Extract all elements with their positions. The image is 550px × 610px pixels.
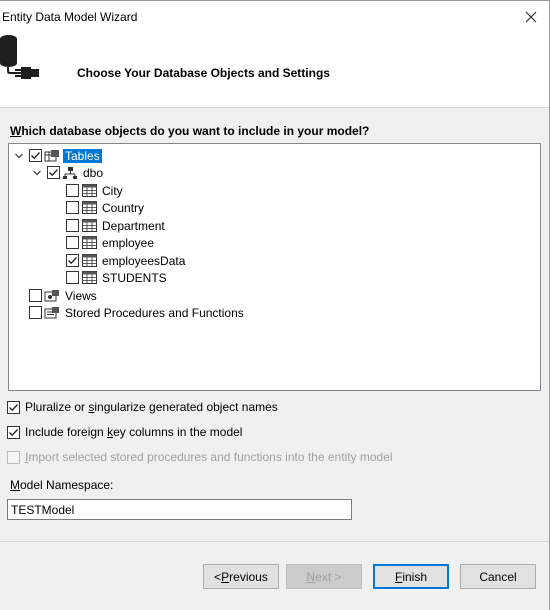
footer-divider: [0, 541, 549, 542]
tree-node-table[interactable]: City: [66, 182, 125, 199]
table-checkbox[interactable]: [66, 184, 79, 197]
tree-node-table[interactable]: employee: [66, 234, 156, 251]
table-icon: [81, 236, 97, 250]
dbo-checkbox[interactable]: [47, 166, 60, 179]
table-checkbox[interactable]: [66, 201, 79, 214]
window-title: Entity Data Model Wizard: [2, 10, 138, 24]
table-label: City: [102, 183, 123, 198]
tree-node-views[interactable]: Views: [29, 287, 99, 304]
foreign-keys-checkbox[interactable]: [7, 425, 20, 439]
tree-node-table[interactable]: employeesData: [66, 252, 187, 269]
tables-checkbox[interactable]: [29, 149, 42, 162]
cancel-button[interactable]: Cancel: [460, 564, 536, 589]
dbo-label: dbo: [83, 165, 104, 180]
tree-node-dbo[interactable]: dbo: [31, 164, 105, 181]
model-namespace-label: Model Namespace:: [10, 478, 114, 492]
title-bar: Entity Data Model Wizard: [0, 1, 549, 35]
tree-node-table[interactable]: Country: [66, 199, 146, 216]
chevron-down-icon[interactable]: [13, 150, 25, 162]
import-procedures-checkbox: [7, 450, 20, 464]
table-checkbox[interactable]: [66, 219, 79, 232]
table-icon: [81, 254, 97, 268]
next-button: Next >: [286, 564, 362, 589]
table-checkbox[interactable]: [66, 271, 79, 284]
page-title: Choose Your Database Objects and Setting…: [77, 66, 330, 80]
objects-question-label: Which database objects do you want to in…: [10, 124, 370, 138]
table-icon: [81, 271, 97, 285]
chevron-down-icon[interactable]: [31, 167, 43, 179]
import-procedures-option: Import selected stored procedures and fu…: [7, 450, 393, 464]
views-label: Views: [65, 288, 97, 303]
tables-label: Tables: [63, 148, 102, 163]
database-objects-tree[interactable]: Tables dbo City Country Department emplo…: [8, 143, 541, 391]
foreign-keys-label: Include foreign key columns in the model: [25, 425, 243, 439]
table-icon: [81, 201, 97, 215]
database-connection-icon: [0, 35, 39, 79]
pluralize-checkbox[interactable]: [7, 400, 20, 414]
header-divider: [0, 107, 549, 108]
tree-node-stored-procedures[interactable]: Stored Procedures and Functions: [29, 304, 246, 321]
tree-node-table[interactable]: STUDENTS: [66, 269, 169, 286]
stored-procedures-folder-icon: [44, 306, 60, 320]
finish-button[interactable]: Finish: [373, 564, 449, 589]
table-checkbox[interactable]: [66, 236, 79, 249]
close-icon: [525, 11, 537, 23]
table-label: Department: [102, 218, 165, 233]
tree-node-table[interactable]: Department: [66, 217, 167, 234]
pluralize-label: Pluralize or singularize generated objec…: [25, 400, 278, 414]
tree-node-tables[interactable]: Tables: [13, 147, 102, 164]
table-label: Country: [102, 200, 145, 215]
wizard-window: Entity Data Model Wizard Choose Your Dat…: [0, 0, 550, 610]
table-icon: [81, 219, 97, 233]
stored-procedures-checkbox[interactable]: [29, 306, 42, 319]
table-label: employee: [102, 235, 155, 250]
wizard-header: Choose Your Database Objects and Setting…: [0, 35, 549, 107]
close-button[interactable]: [519, 5, 543, 29]
tables-folder-icon: [44, 149, 60, 163]
model-namespace-input[interactable]: [7, 499, 352, 520]
import-procedures-label: Import selected stored procedures and fu…: [25, 450, 393, 464]
table-label: employeesData: [102, 253, 186, 268]
table-checkbox[interactable]: [66, 254, 79, 267]
views-folder-icon: [44, 289, 60, 303]
pluralize-option[interactable]: Pluralize or singularize generated objec…: [7, 400, 278, 414]
foreign-keys-option[interactable]: Include foreign key columns in the model: [7, 425, 242, 439]
stored-procedures-label: Stored Procedures and Functions: [65, 305, 244, 320]
previous-button[interactable]: < Previous: [203, 564, 279, 589]
table-label: STUDENTS: [102, 270, 167, 285]
views-checkbox[interactable]: [29, 289, 42, 302]
table-icon: [81, 184, 97, 198]
schema-icon: [62, 166, 78, 180]
